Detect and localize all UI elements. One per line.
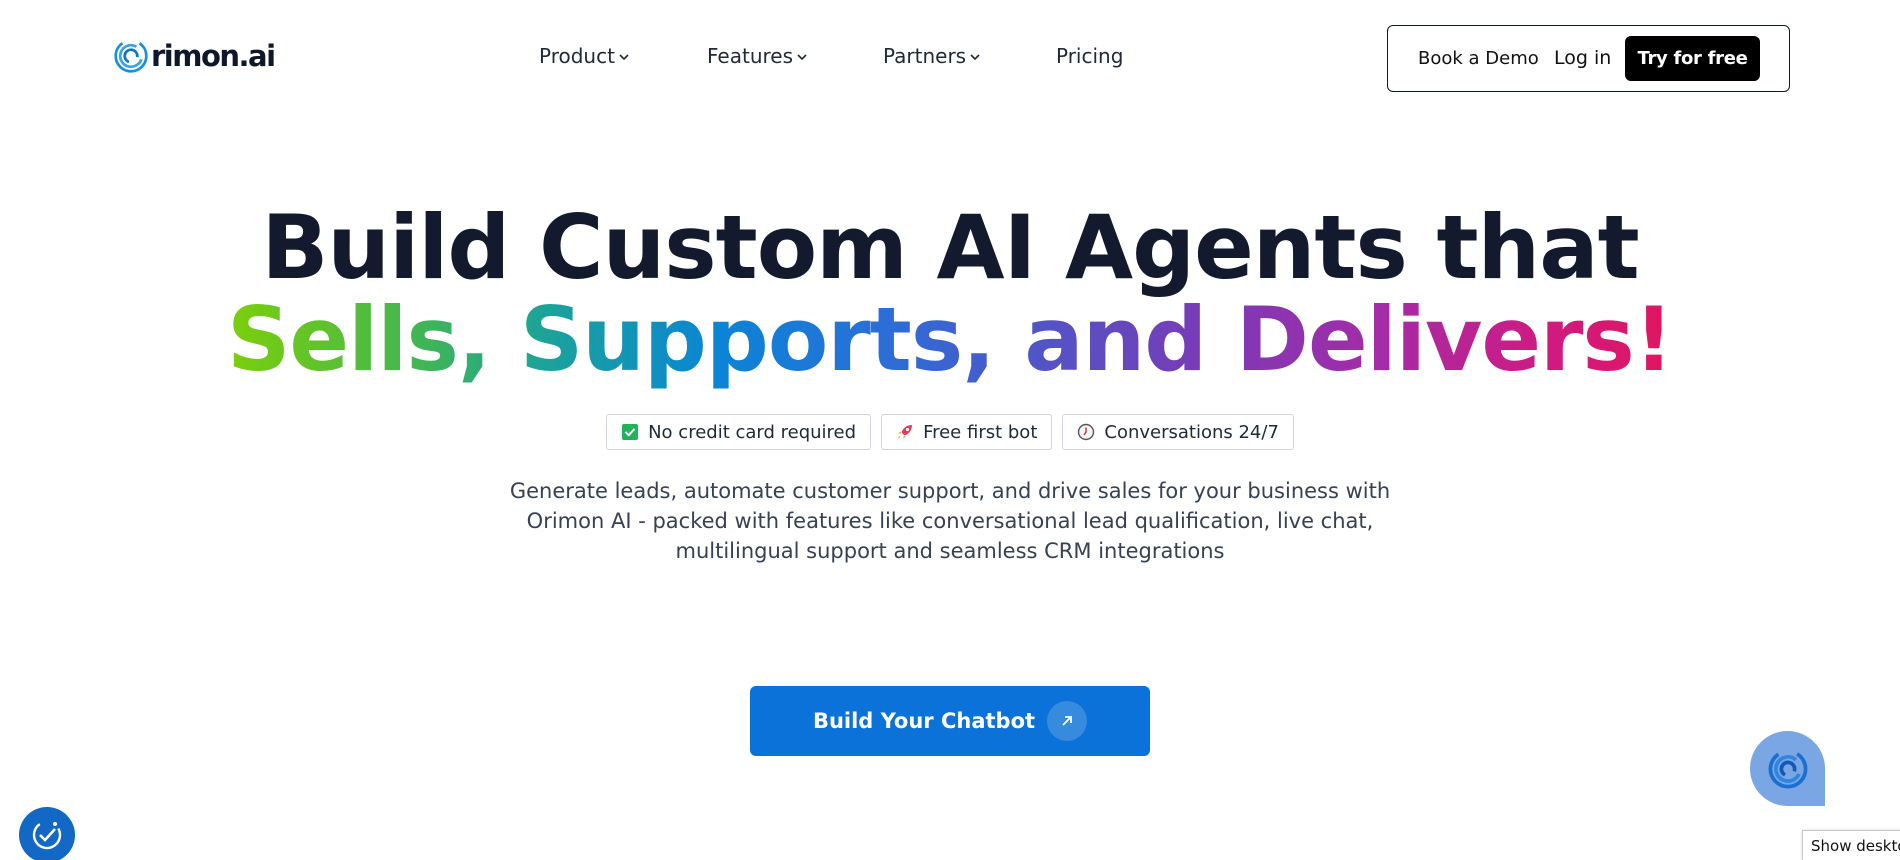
- header-actions: Book a Demo Log in Try for free: [1387, 25, 1790, 92]
- orimon-spiral-icon: [1768, 749, 1807, 788]
- hero-headline-line2: Sells, Supports, and Delivers!: [0, 296, 1900, 384]
- hero-headline-gradient-text: Sells, Supports, and Delivers!: [227, 288, 1674, 391]
- hero-description: Generate leads, automate customer suppor…: [450, 476, 1450, 566]
- nav-item-partners[interactable]: Partners: [883, 44, 981, 68]
- chevron-down-icon: [619, 54, 629, 61]
- accessibility-check-icon: [32, 820, 62, 850]
- logo-text: rimon.ai: [151, 39, 276, 73]
- nav-item-product[interactable]: Product: [539, 44, 630, 68]
- nav-label: Features: [707, 44, 793, 68]
- description-line: Generate leads, automate customer suppor…: [509, 479, 1391, 503]
- nav-label: Partners: [883, 44, 967, 68]
- build-chatbot-button[interactable]: Build Your Chatbot: [750, 686, 1150, 756]
- nav-item-features[interactable]: Features: [707, 44, 808, 68]
- page: rimon.ai Product Features Partners Prici…: [0, 0, 1900, 860]
- try-for-free-button[interactable]: Try for free: [1625, 36, 1760, 81]
- nav-item-pricing[interactable]: Pricing: [1056, 44, 1123, 68]
- book-demo-button[interactable]: Book a Demo: [1418, 48, 1539, 69]
- hero-headline-line1: Build Custom AI Agents that: [261, 196, 1639, 299]
- chevron-down-icon: [970, 54, 980, 61]
- badge-conversations-24-7: Conversations 24/7: [1062, 414, 1294, 450]
- cta-label: Build Your Chatbot: [812, 709, 1036, 733]
- checkbox-icon: [621, 423, 639, 441]
- accessibility-button[interactable]: [19, 807, 75, 860]
- badge-label: No credit card required: [648, 421, 857, 443]
- chat-widget-button[interactable]: [1750, 731, 1825, 806]
- feature-badges: No credit card required Free first bot C…: [0, 414, 1900, 450]
- description-line: Orimon AI - packed with features like co…: [526, 509, 1374, 533]
- rocket-icon: [896, 423, 914, 441]
- brand-logo[interactable]: rimon.ai: [113, 38, 276, 74]
- nav-label: Pricing: [1056, 44, 1124, 68]
- orimon-spiral-icon: [114, 39, 148, 73]
- badge-label: Free first bot: [923, 421, 1038, 443]
- badge-label: Conversations 24/7: [1104, 421, 1279, 443]
- description-line: multilingual support and seamless CRM in…: [675, 539, 1225, 563]
- badge-free-first-bot: Free first bot: [881, 414, 1053, 450]
- chevron-down-icon: [797, 54, 807, 61]
- show-desktop-tooltip: Show desktop: [1802, 830, 1900, 860]
- login-button[interactable]: Log in: [1554, 47, 1611, 69]
- clock-icon: [1077, 423, 1095, 441]
- nav-label: Product: [539, 44, 615, 68]
- arrow-up-right-icon: [1047, 701, 1088, 741]
- badge-no-credit-card: No credit card required: [606, 414, 872, 450]
